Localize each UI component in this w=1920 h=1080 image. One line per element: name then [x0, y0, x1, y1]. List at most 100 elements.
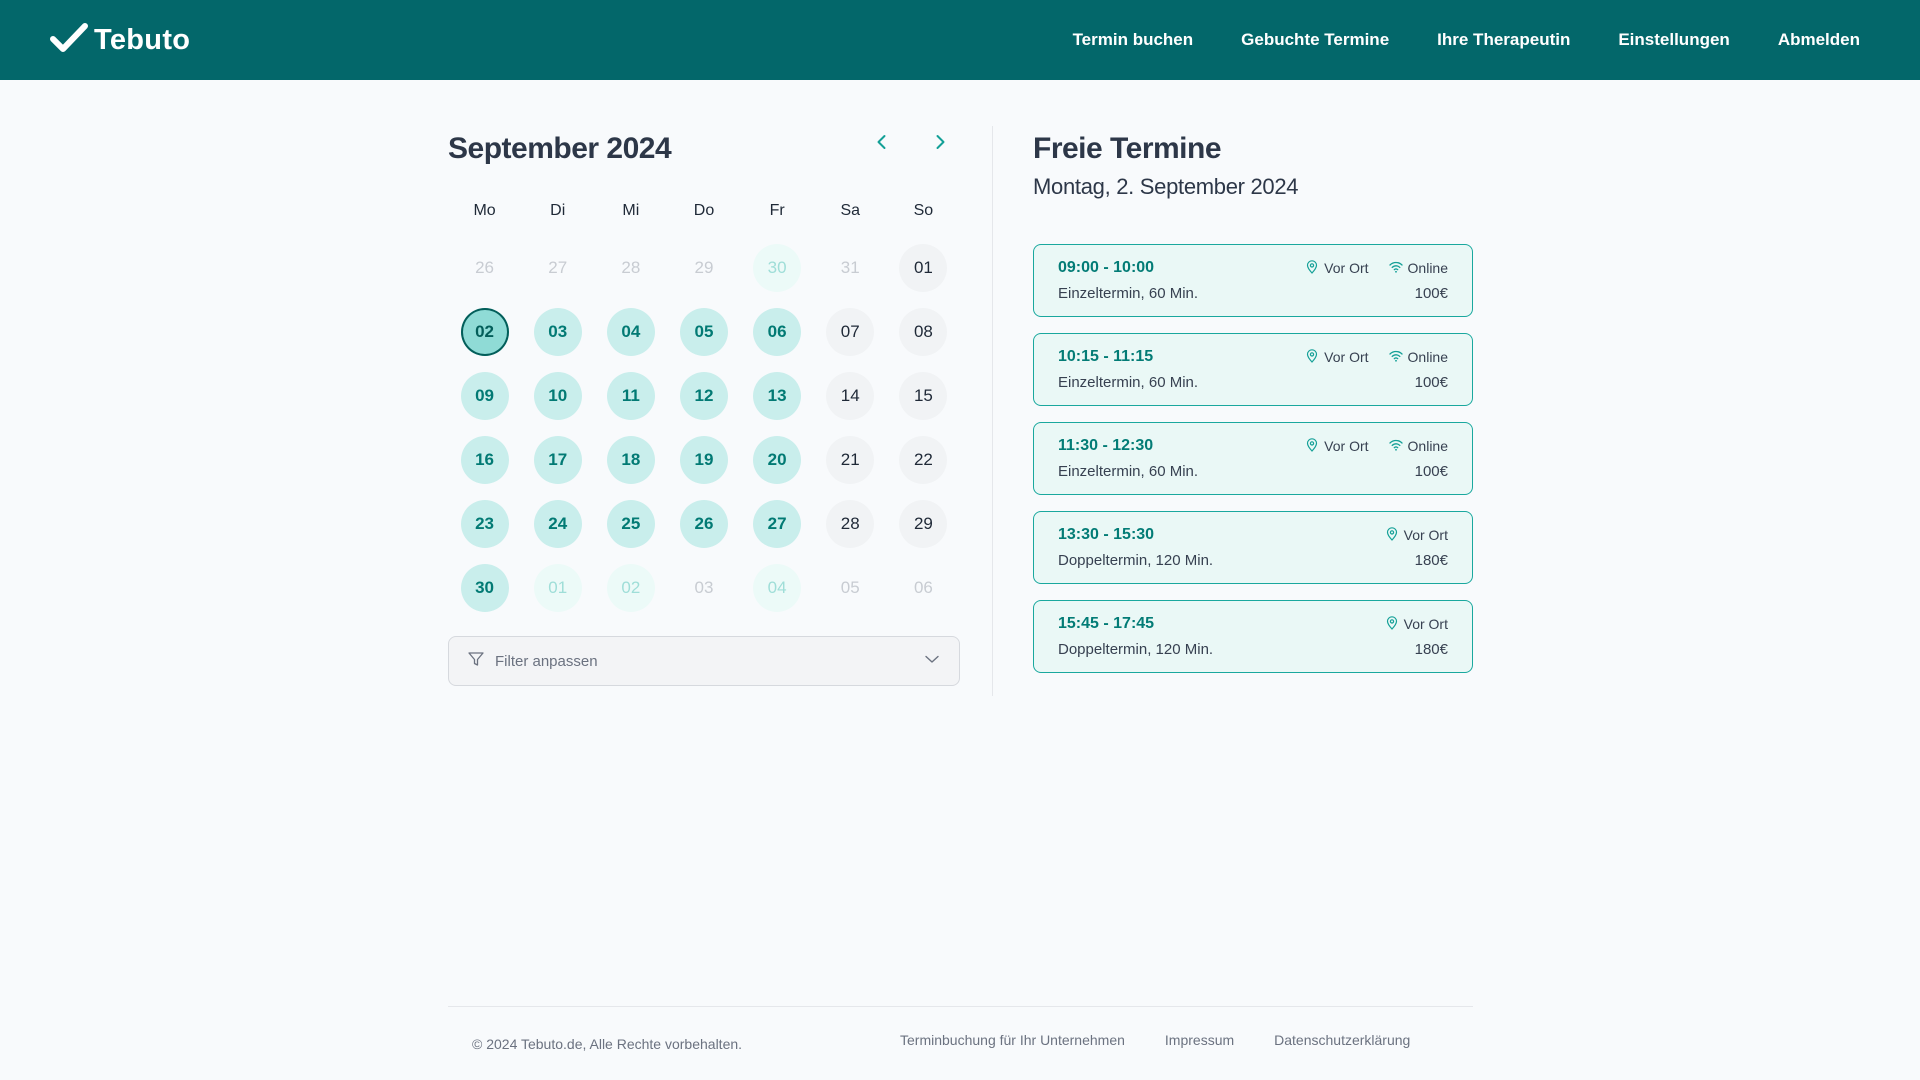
calendar-day: 08 — [899, 308, 948, 356]
slot-detail-row: Einzeltermin, 60 Min. 100€ — [1058, 463, 1448, 480]
slot-mode-label: Vor Ort — [1324, 438, 1369, 454]
chevron-left-icon — [873, 133, 891, 154]
calendar-day-cell: 11 — [594, 372, 667, 420]
calendar-day[interactable]: 04 — [606, 308, 655, 356]
slot-price: 180€ — [1414, 552, 1448, 569]
slot-time: 11:30 - 12:30 — [1058, 437, 1154, 454]
nav-gebuchte-termine[interactable]: Gebuchte Termine — [1241, 30, 1389, 50]
calendar-day[interactable]: 19 — [679, 436, 728, 484]
calendar-day-selected[interactable]: 02 — [460, 308, 509, 356]
calendar-day-cell: 04 — [594, 308, 667, 356]
calendar-day[interactable]: 12 — [679, 372, 728, 420]
calendar-day-cell: 19 — [667, 436, 740, 484]
calendar-day: 28 — [607, 244, 655, 292]
brand-logo[interactable]: Tebuto — [50, 22, 191, 58]
calendar-day[interactable]: 06 — [753, 308, 802, 356]
filter-dropdown[interactable]: Filter anpassen — [448, 636, 960, 686]
calendar-day[interactable]: 26 — [679, 500, 728, 548]
calendar-day-cell: 01 — [887, 244, 960, 292]
calendar-day: 28 — [826, 500, 875, 548]
calendar-day-cell: 02 — [594, 564, 667, 612]
calendar-day-cell: 09 — [448, 372, 521, 420]
calendar-day[interactable]: 02 — [606, 564, 655, 612]
calendar-day: 26 — [461, 244, 509, 292]
slot-header-row: 09:00 - 10:00 Vor Ort Online — [1058, 259, 1448, 277]
copyright-text: © 2024 Tebuto.de, Alle Rechte vorbehalte… — [472, 1036, 743, 1052]
slot-mode: Vor Ort — [1305, 348, 1369, 366]
location-pin-icon — [1305, 348, 1319, 366]
footer-divider — [448, 1006, 1473, 1007]
nav-termin-buchen[interactable]: Termin buchen — [1073, 30, 1194, 50]
calendar-day-cell: 08 — [887, 308, 960, 356]
calendar-day[interactable]: 05 — [679, 308, 728, 356]
slot-mode-label: Vor Ort — [1403, 527, 1448, 543]
weekday-label: Mo — [473, 202, 496, 219]
calendar-day-cell: 01 — [521, 564, 594, 612]
calendar-day-cell: 06 — [741, 308, 814, 356]
calendar-day[interactable]: 25 — [606, 500, 655, 548]
nav-abmelden[interactable]: Abmelden — [1778, 30, 1860, 50]
brand-name: Tebuto — [94, 23, 191, 56]
calendar-day-cell: 03 — [667, 564, 740, 612]
calendar-day-cell: 23 — [448, 500, 521, 548]
location-pin-icon — [1385, 615, 1399, 633]
footer-link-privacy[interactable]: Datenschutzerklärung — [1274, 1032, 1410, 1048]
calendar-day[interactable]: 30 — [753, 244, 802, 292]
calendar-header: September 2024 — [448, 126, 960, 172]
chevron-down-icon — [923, 650, 941, 673]
calendar-day[interactable]: 20 — [753, 436, 802, 484]
calendar-day[interactable]: 01 — [533, 564, 582, 612]
slot-time: 10:15 - 11:15 — [1058, 348, 1154, 365]
funnel-icon — [467, 650, 485, 673]
calendar-day[interactable]: 17 — [533, 436, 582, 484]
footer-link-impressum[interactable]: Impressum — [1165, 1032, 1234, 1048]
slot-description: Einzeltermin, 60 Min. — [1058, 285, 1199, 302]
next-month-button[interactable] — [926, 129, 954, 157]
previous-month-button[interactable] — [868, 129, 896, 157]
slot-time: 15:45 - 17:45 — [1058, 615, 1155, 632]
chevron-right-icon — [931, 133, 949, 154]
calendar-day[interactable]: 10 — [533, 372, 582, 420]
calendar-month-title: September 2024 — [448, 132, 672, 165]
calendar-day-cell: 14 — [814, 372, 887, 420]
slot-description: Doppeltermin, 120 Min. — [1058, 552, 1214, 569]
location-pin-icon — [1305, 259, 1319, 277]
appointment-slot[interactable]: 10:15 - 11:15 Vor Ort Online Einzeltermin, … — [1033, 333, 1473, 406]
appointment-slot[interactable]: 09:00 - 10:00 Vor Ort Online Einzeltermin, … — [1033, 244, 1473, 317]
calendar-day[interactable]: 04 — [753, 564, 802, 612]
calendar-day[interactable]: 24 — [533, 500, 582, 548]
calendar-day[interactable]: 03 — [533, 308, 582, 356]
top-navigation-bar: Tebuto Termin buchen Gebuchte Termine Ih… — [0, 0, 1920, 80]
calendar-day[interactable]: 09 — [460, 372, 509, 420]
calendar-day-cell: 21 — [814, 436, 887, 484]
free-slots-panel: Freie Termine Montag, 2. September 2024 … — [1033, 126, 1473, 673]
nav-ihre-therapeutin[interactable]: Ihre Therapeutin — [1437, 30, 1570, 50]
slot-header-row: 13:30 - 15:30 Vor Ort — [1058, 526, 1448, 544]
appointment-slot[interactable]: 11:30 - 12:30 Vor Ort Online Einzeltermin, … — [1033, 422, 1473, 495]
slot-detail-row: Doppeltermin, 120 Min. 180€ — [1058, 552, 1448, 569]
appointment-slot[interactable]: 15:45 - 17:45 Vor Ort Doppeltermin, 120 Mi… — [1033, 600, 1473, 673]
calendar-day-cell: 27 — [741, 500, 814, 548]
calendar-day[interactable]: 13 — [753, 372, 802, 420]
slot-mode: Vor Ort — [1305, 437, 1369, 455]
slot-modes: Vor Ort Online — [1305, 437, 1448, 455]
calendar-day: 14 — [826, 372, 875, 420]
calendar-day[interactable]: 11 — [606, 372, 655, 420]
calendar-day: 07 — [826, 308, 875, 356]
calendar-day[interactable]: 18 — [606, 436, 655, 484]
calendar-day[interactable]: 30 — [460, 564, 509, 612]
footer-link-business[interactable]: Terminbuchung für Ihr Unternehmen — [900, 1032, 1125, 1048]
slot-list: 09:00 - 10:00 Vor Ort Online Einzeltermin, … — [1033, 244, 1473, 673]
calendar-day[interactable]: 16 — [460, 436, 509, 484]
slot-mode-label: Vor Ort — [1324, 260, 1369, 276]
slot-description: Einzeltermin, 60 Min. — [1058, 463, 1199, 480]
slot-price: 100€ — [1414, 463, 1448, 480]
appointment-slot[interactable]: 13:30 - 15:30 Vor Ort Doppeltermin, 120 Mi… — [1033, 511, 1473, 584]
calendar-day[interactable]: 23 — [460, 500, 509, 548]
weekday-label: So — [913, 202, 934, 219]
calendar-day-cell: 24 — [521, 500, 594, 548]
calendar-day[interactable]: 27 — [753, 500, 802, 548]
calendar-day-cell: 16 — [448, 436, 521, 484]
nav-einstellungen[interactable]: Einstellungen — [1618, 30, 1729, 50]
calendar-day-cell: 27 — [521, 244, 594, 292]
